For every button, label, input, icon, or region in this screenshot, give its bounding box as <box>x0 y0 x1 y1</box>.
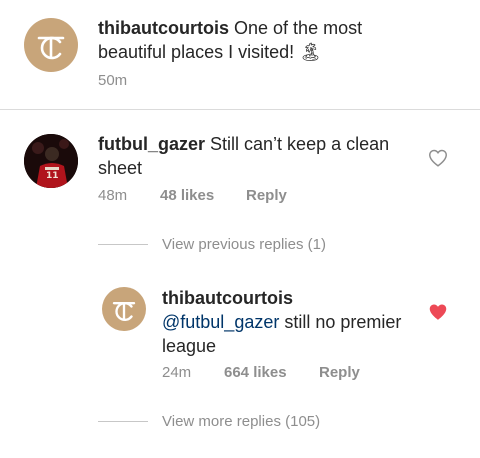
reply-reply-button[interactable]: Reply <box>319 364 360 381</box>
reply-like-button[interactable] <box>427 301 449 328</box>
comment-username-1[interactable]: thibautcourtois <box>98 18 229 38</box>
reply-username[interactable]: thibautcourtois <box>162 286 412 310</box>
likes-count-2: 48 likes <box>160 187 215 204</box>
avatar-thibautcourtois[interactable] <box>24 18 78 72</box>
view-more-replies-link[interactable]: View more replies (105) <box>162 413 320 430</box>
reply-label-2: Reply <box>246 187 287 204</box>
tc-monogram-icon <box>37 36 65 60</box>
avatar-thibautcourtois-reply[interactable] <box>102 287 146 331</box>
heart-filled-icon <box>429 304 447 320</box>
svg-text:11: 11 <box>46 171 59 181</box>
comment-time-2: 48m <box>98 187 128 204</box>
reply-body: thibautcourtois @futbul_gazer still no p… <box>162 286 412 358</box>
player-photo-icon: 11 <box>24 134 78 188</box>
reply-likes-count: 664 likes <box>224 364 287 381</box>
view-previous-replies-link[interactable]: View previous replies (1) <box>162 236 326 253</box>
comment-time-1: 50m <box>98 72 128 89</box>
comment-username-2[interactable]: futbul_gazer <box>98 134 205 154</box>
tc-monogram-icon <box>112 302 136 321</box>
thread-line <box>98 421 148 422</box>
like-button-2[interactable] <box>427 147 449 174</box>
reply-time: 24m <box>162 364 192 381</box>
thread-line <box>98 244 148 245</box>
avatar-futbul-gazer[interactable]: 11 <box>24 134 78 188</box>
comment-body-2: futbul_gazer Still can’t keep a clean sh… <box>98 132 408 180</box>
reply-mention-link[interactable]: @futbul_gazer <box>162 312 279 332</box>
reply-button-2[interactable]: Reply <box>246 187 287 204</box>
comment-body-1: thibautcourtois One of the most beautifu… <box>98 16 398 64</box>
reply-likes[interactable]: 664 likes <box>224 364 287 381</box>
divider <box>0 109 480 110</box>
reply-reply-label: Reply <box>319 364 360 381</box>
comment-likes-2[interactable]: 48 likes <box>160 187 214 204</box>
heart-outline-icon <box>429 149 447 167</box>
